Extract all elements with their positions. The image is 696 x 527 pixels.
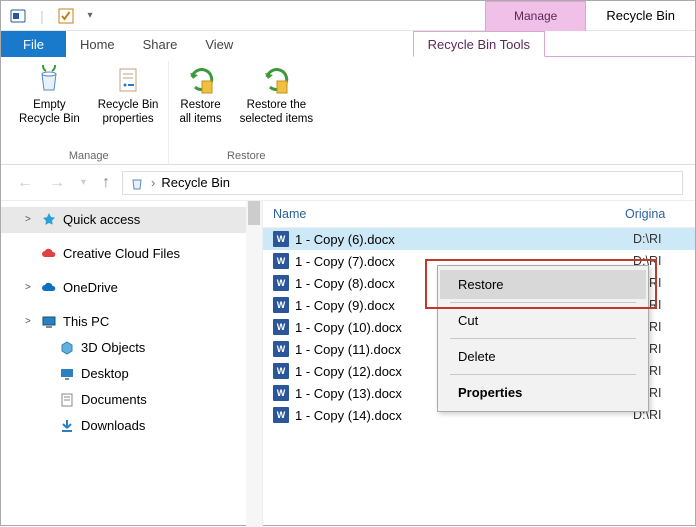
word-doc-icon: W: [273, 319, 289, 335]
breadcrumb-location[interactable]: Recycle Bin: [161, 175, 230, 190]
context-menu-restore[interactable]: Restore: [440, 270, 646, 299]
cloud-cc-icon: [41, 246, 57, 262]
sidebar-item-label: 3D Objects: [81, 340, 145, 356]
column-header-original[interactable]: Origina: [625, 207, 685, 221]
context-menu-cut[interactable]: Cut: [440, 306, 646, 335]
sidebar-item-label: This PC: [63, 314, 109, 330]
expand-icon[interactable]: >: [25, 316, 35, 328]
restore-all-button[interactable]: Restore all items: [173, 61, 227, 148]
breadcrumb[interactable]: › Recycle Bin: [122, 171, 683, 195]
restore-all-label-2: all items: [179, 113, 221, 127]
ribbon-group-manage: Empty Recycle Bin Recycle Bin properties…: [9, 61, 169, 164]
sidebar-item-3d-objects[interactable]: 3D Objects: [1, 335, 262, 361]
down-icon: [59, 418, 75, 434]
quick-access-toolbar: | ▾: [1, 7, 99, 25]
ribbon-group-restore: Restore all items Restore the selected i…: [169, 61, 323, 164]
word-doc-icon: W: [273, 363, 289, 379]
expand-icon[interactable]: >: [25, 214, 35, 226]
tab-home[interactable]: Home: [66, 31, 129, 57]
sidebar-item-label: Creative Cloud Files: [63, 246, 180, 262]
props-label-2: properties: [103, 113, 154, 127]
context-menu-separator: [450, 374, 636, 375]
tab-file[interactable]: File: [1, 31, 66, 57]
ribbon-group-manage-label: Manage: [69, 148, 109, 164]
tab-view[interactable]: View: [191, 31, 247, 57]
recycle-bin-properties-button[interactable]: Recycle Bin properties: [92, 61, 165, 148]
properties-icon: [111, 63, 145, 97]
breadcrumb-recycle-bin-icon: [129, 175, 145, 191]
restore-all-label-1: Restore: [180, 99, 220, 113]
title-bar: | ▾ Manage Recycle Bin: [1, 1, 695, 31]
scrollbar-thumb[interactable]: [248, 201, 260, 225]
window-title: Recycle Bin: [586, 1, 695, 31]
context-menu-properties[interactable]: Properties: [440, 378, 646, 407]
restore-all-icon: [184, 63, 218, 97]
context-menu-separator: [450, 302, 636, 303]
file-row[interactable]: W 1 - Copy (6).docx D:\RI: [263, 228, 695, 250]
ribbon-group-restore-label: Restore: [227, 148, 266, 164]
sidebar-item-label: Downloads: [81, 418, 145, 434]
nav-up-icon[interactable]: ↑: [98, 174, 114, 192]
sidebar-scrollbar[interactable]: [246, 201, 262, 527]
context-menu-delete[interactable]: Delete: [440, 342, 646, 371]
sidebar-item-downloads[interactable]: Downloads: [1, 413, 262, 439]
restore-sel-label-1: Restore the: [247, 99, 306, 113]
nav-back-icon[interactable]: ←: [13, 174, 37, 192]
sidebar-item-desktop[interactable]: Desktop: [1, 361, 262, 387]
word-doc-icon: W: [273, 253, 289, 269]
restore-sel-label-2: selected items: [240, 113, 314, 127]
contextual-tab-header: Manage: [485, 1, 586, 31]
word-doc-icon: W: [273, 385, 289, 401]
sidebar-item-label: Desktop: [81, 366, 129, 382]
nav-forward-icon[interactable]: →: [45, 174, 69, 192]
sidebar-item-label: Documents: [81, 392, 147, 408]
word-doc-icon: W: [273, 231, 289, 247]
props-label-1: Recycle Bin: [98, 99, 159, 113]
file-original-location: D:\RI: [633, 232, 685, 246]
sidebar-item-label: OneDrive: [63, 280, 118, 296]
restore-selected-button[interactable]: Restore the selected items: [234, 61, 320, 148]
restore-selected-icon: [259, 63, 293, 97]
context-menu: Restore Cut Delete Properties: [437, 265, 649, 412]
file-list-header[interactable]: Name Origina: [263, 201, 695, 228]
context-menu-separator: [450, 338, 636, 339]
tab-recycle-bin-tools[interactable]: Recycle Bin Tools: [413, 31, 545, 57]
qat-separator: |: [33, 7, 51, 25]
word-doc-icon: W: [273, 275, 289, 291]
cube-icon: [59, 340, 75, 356]
empty-label-2: Recycle Bin: [19, 113, 80, 127]
qat-dropdown-icon[interactable]: ▾: [81, 7, 99, 25]
cloud-od-icon: [41, 280, 57, 296]
empty-recycle-bin-button[interactable]: Empty Recycle Bin: [13, 61, 86, 148]
empty-label-1: Empty: [33, 99, 66, 113]
breadcrumb-chevron-icon[interactable]: ›: [151, 175, 155, 190]
navigation-bar: ← → ▾ ↑ › Recycle Bin: [1, 165, 695, 201]
sidebar-item-onedrive[interactable]: > OneDrive: [1, 275, 262, 301]
ribbon-tabs: File Home Share View Recycle Bin Tools: [1, 31, 695, 57]
nav-recent-dropdown-icon[interactable]: ▾: [77, 177, 90, 188]
word-doc-icon: W: [273, 341, 289, 357]
word-doc-icon: W: [273, 297, 289, 313]
navigation-pane: > Quick access Creative Cloud Files > OneDri…: [1, 201, 263, 527]
pc-icon: [41, 314, 57, 330]
file-name: 1 - Copy (6).docx: [295, 232, 627, 247]
doc-icon: [59, 392, 75, 408]
ribbon: Empty Recycle Bin Recycle Bin properties…: [1, 57, 695, 165]
app-icon: [9, 7, 27, 25]
tab-share[interactable]: Share: [129, 31, 192, 57]
expand-icon[interactable]: >: [25, 282, 35, 294]
sidebar-item-documents[interactable]: Documents: [1, 387, 262, 413]
desktop-icon: [59, 366, 75, 382]
star-icon: [41, 212, 57, 228]
sidebar-item-creative-cloud-files[interactable]: Creative Cloud Files: [1, 241, 262, 267]
sidebar-item-this-pc[interactable]: > This PC: [1, 309, 262, 335]
column-header-name[interactable]: Name: [273, 207, 625, 221]
sidebar-item-quick-access[interactable]: > Quick access: [1, 207, 262, 233]
sidebar-item-label: Quick access: [63, 212, 140, 228]
word-doc-icon: W: [273, 407, 289, 423]
qat-checkbox-icon[interactable]: [57, 7, 75, 25]
recycle-bin-icon: [32, 63, 66, 97]
